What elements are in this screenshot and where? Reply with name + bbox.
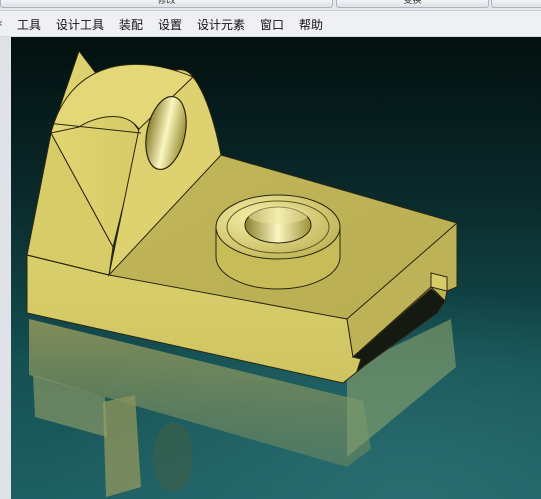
top-toolbar-strip: 修改 变换 [0,0,541,11]
cylindrical-boss [215,194,341,290]
menu-design-tools[interactable]: 设计工具 [56,16,104,33]
menu-settings[interactable]: 设置 [158,16,182,33]
modify-button[interactable]: 修改 [0,0,333,8]
menu-bar: ‹ 工具 设计工具 装配 设置 设计元素 窗口 帮助 [0,11,541,37]
menu-scroll-left-edge[interactable]: ‹ [0,16,3,30]
bracket-model[interactable] [11,37,541,499]
menu-design-elements[interactable]: 设计元素 [197,16,245,33]
menu-window[interactable]: 窗口 [260,16,284,33]
transform-button[interactable]: 变换 [336,0,489,8]
menu-tools[interactable]: 工具 [17,16,41,33]
3d-viewport[interactable] [11,37,541,499]
menu-help[interactable]: 帮助 [299,16,323,33]
toolbar-extra-button[interactable] [491,0,541,8]
menu-assembly[interactable]: 装配 [119,16,143,33]
